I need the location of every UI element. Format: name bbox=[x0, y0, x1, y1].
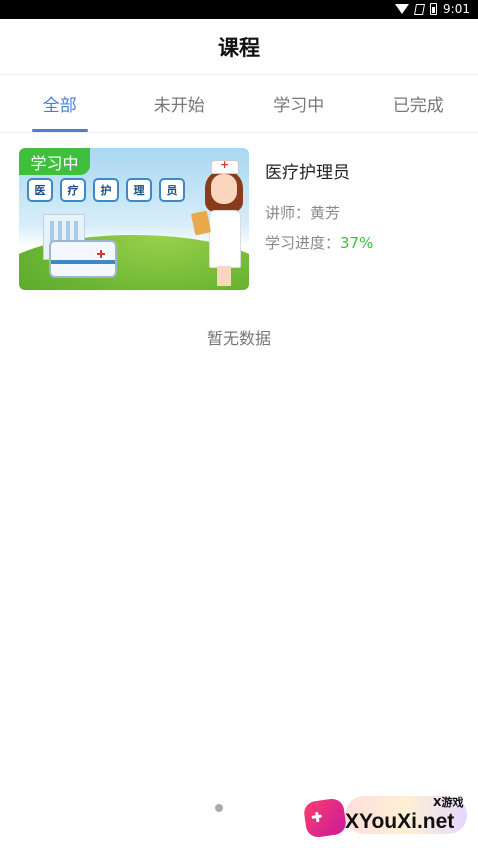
tab-not-started[interactable]: 未开始 bbox=[120, 75, 240, 132]
thumbnail-char: 疗 bbox=[60, 178, 86, 202]
course-card[interactable]: 医 疗 护 理 员 学习中 医疗护理员 讲师：黄芳 学习进度：37% bbox=[19, 148, 459, 293]
thumbnail-char: 医 bbox=[27, 178, 53, 202]
thumbnail-char: 员 bbox=[159, 178, 185, 202]
teacher-name: 黄芳 bbox=[310, 204, 341, 222]
watermark-logo: X游戏 XYouXi.net bbox=[302, 790, 475, 846]
page-title: 课程 bbox=[0, 19, 478, 75]
course-title[interactable]: 医疗护理员 bbox=[265, 158, 350, 183]
wifi-icon bbox=[395, 4, 410, 14]
teacher-label: 讲师： bbox=[265, 204, 311, 222]
status-badge: 学习中 bbox=[19, 148, 90, 175]
tab-in-progress-label: 学习中 bbox=[273, 96, 325, 116]
progress-value: 37% bbox=[340, 234, 374, 252]
course-progress: 学习进度：37% bbox=[265, 232, 373, 253]
tab-all[interactable]: 全部 bbox=[0, 75, 120, 132]
empty-state-text: 暂无数据 bbox=[206, 329, 271, 348]
ambulance-icon bbox=[49, 240, 117, 278]
no-sim-icon bbox=[414, 3, 426, 15]
tab-all-label: 全部 bbox=[42, 96, 77, 116]
tab-completed[interactable]: 已完成 bbox=[359, 75, 478, 132]
gamepad-icon bbox=[302, 797, 348, 839]
watermark-text: XYouXi.net bbox=[345, 810, 455, 833]
nurse-illustration bbox=[190, 158, 245, 288]
thumbnail-char: 理 bbox=[126, 178, 152, 202]
tab-completed-label: 已完成 bbox=[392, 96, 444, 116]
battery-icon bbox=[430, 3, 438, 15]
tab-not-started-label: 未开始 bbox=[153, 96, 205, 116]
thumbnail-title: 医 疗 护 理 员 bbox=[27, 178, 185, 202]
watermark-small-text: X游戏 bbox=[433, 796, 464, 809]
status-bar: 9:01 bbox=[0, 0, 478, 19]
course-teacher: 讲师：黄芳 bbox=[265, 202, 340, 223]
page-indicator-dot bbox=[215, 804, 223, 812]
progress-label: 学习进度： bbox=[265, 234, 341, 252]
thumbnail-char: 护 bbox=[93, 178, 119, 202]
status-time: 9:01 bbox=[443, 2, 470, 16]
tab-in-progress[interactable]: 学习中 bbox=[239, 75, 359, 132]
course-thumbnail[interactable]: 医 疗 护 理 员 学习中 bbox=[19, 148, 249, 290]
tab-bar: 全部 未开始 学习中 已完成 bbox=[0, 75, 478, 133]
tab-active-indicator bbox=[31, 129, 88, 132]
